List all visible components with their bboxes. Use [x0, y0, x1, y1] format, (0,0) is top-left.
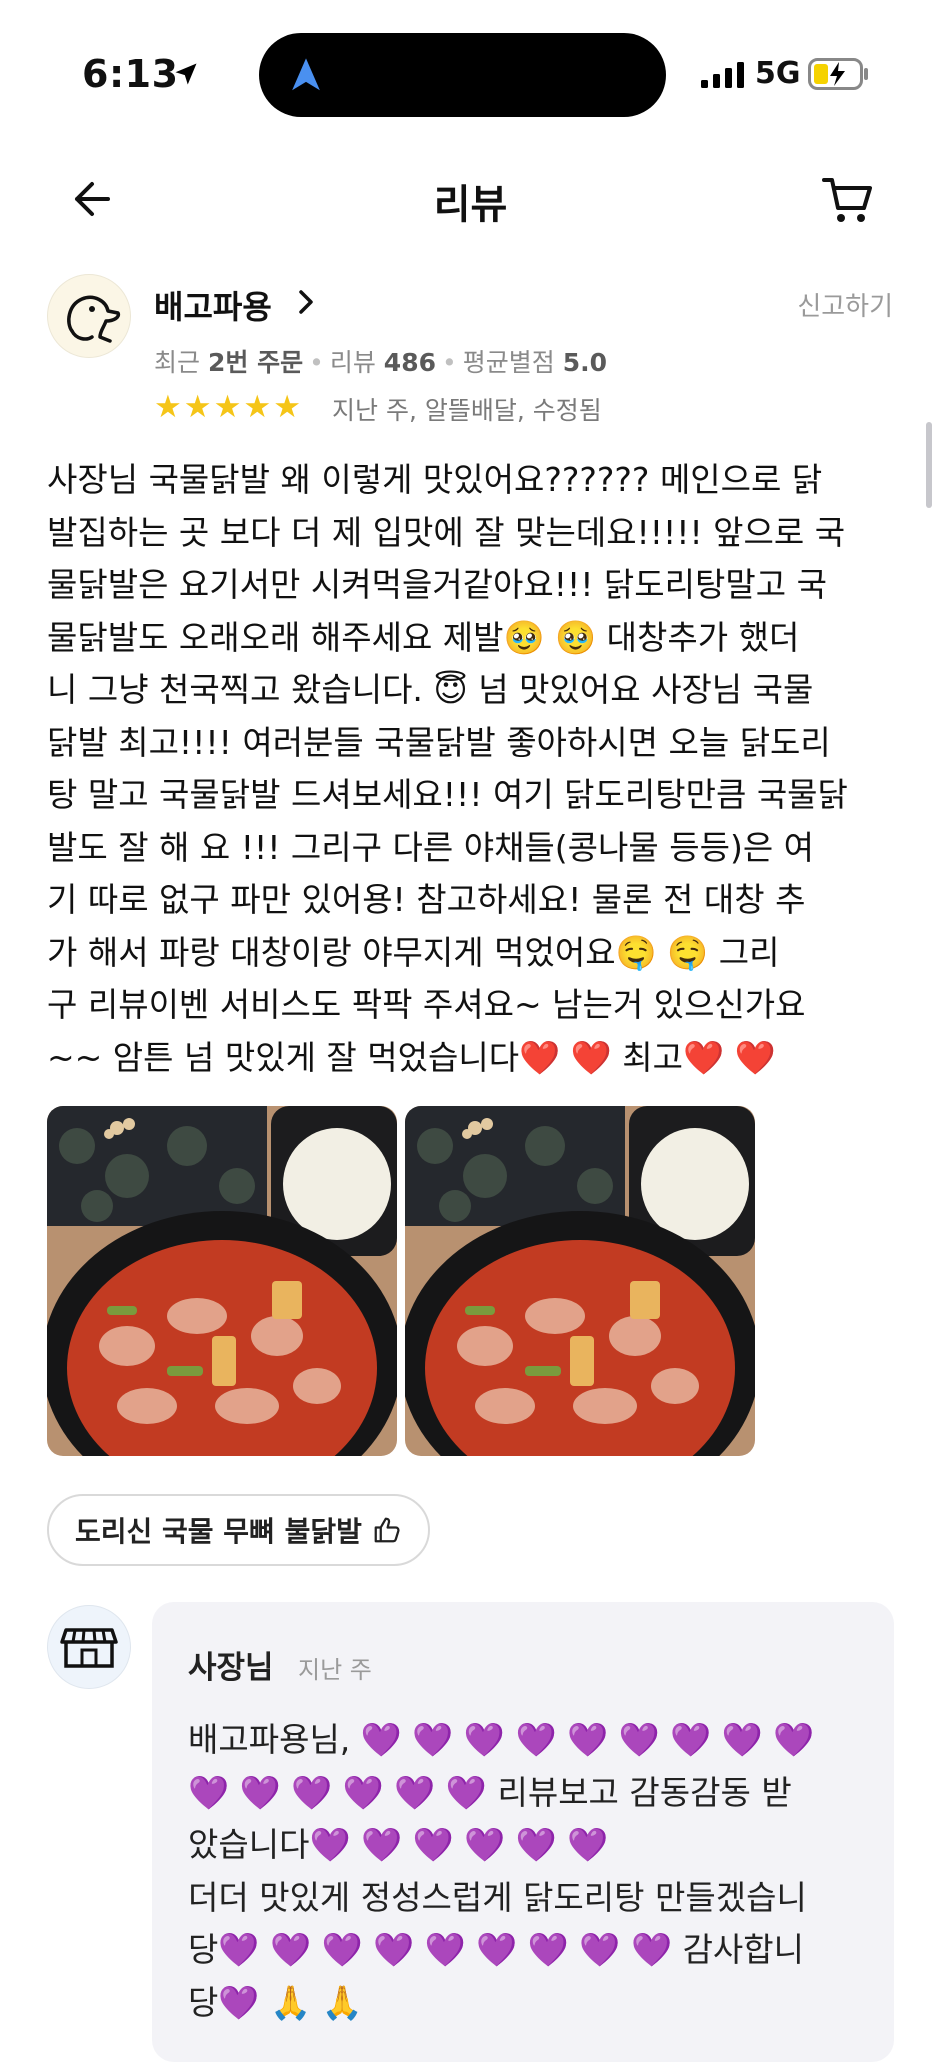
network-label: 5G — [755, 56, 801, 91]
review-label: 리뷰 — [329, 348, 376, 377]
star-icon: ★ — [154, 389, 182, 425]
owner-reply: 사장님 지난 주 배고파용님, 💜 💜 💜 💜 💜 💜 💜 💜 💜 💜 💜 💜 … — [152, 1602, 894, 2062]
chevron-right-icon[interactable] — [296, 288, 316, 316]
top-nav: 리뷰 — [0, 150, 941, 250]
review-count: 486 — [383, 348, 436, 377]
dynamic-island — [259, 33, 666, 117]
scrollbar[interactable] — [926, 422, 932, 508]
review-photo[interactable] — [47, 1106, 397, 1456]
status-bar: 6:13 5G — [0, 0, 941, 150]
avg-rating: 5.0 — [562, 348, 607, 377]
duck-avatar-icon — [67, 295, 121, 343]
reviewer-name[interactable]: 배고파용 — [154, 282, 272, 328]
owner-avatar — [47, 1605, 131, 1689]
reviewer-meta: 최근 2번 주문 • 리뷰 486 • 평균별점 5.0 — [154, 348, 607, 377]
thumbs-up-icon — [374, 1517, 400, 1543]
location-arrow-icon — [175, 63, 197, 85]
rating-meta: 지난 주, 알뜰배달, 수정됨 — [332, 396, 602, 425]
recent-label: 최근 — [154, 348, 201, 377]
avatar[interactable] — [47, 274, 131, 358]
battery-icon — [808, 58, 868, 90]
star-rating: ★ ★ ★ ★ ★ — [154, 390, 301, 424]
avg-label: 평균별점 — [462, 348, 555, 377]
star-icon: ★ — [213, 389, 242, 425]
owner-reply-text: 배고파용님, 💜 💜 💜 💜 💜 💜 💜 💜 💜 💜 💜 💜 💜 💜 💜 리뷰보… — [188, 1720, 815, 2022]
review-text: 사장님 국물닭발 왜 이렇게 맛있어요?????? 메인으로 닭 발집하는 곳 … — [47, 460, 848, 1077]
menu-tag-label: 도리신 국물 무뼈 불닭발 — [75, 1515, 362, 1548]
report-button[interactable]: 신고하기 — [797, 286, 893, 323]
menu-tag[interactable]: 도리신 국물 무뼈 불닭발 — [47, 1494, 430, 1566]
star-icon: ★ — [183, 389, 212, 425]
page-title: 리뷰 — [433, 182, 508, 228]
star-icon: ★ — [273, 389, 301, 425]
store-icon — [60, 1628, 118, 1668]
review-photo[interactable] — [405, 1106, 755, 1456]
star-icon: ★ — [243, 389, 272, 425]
signal-icon — [701, 62, 744, 88]
cart-icon[interactable] — [820, 172, 876, 228]
owner-reply-time: 지난 주 — [298, 1656, 372, 1684]
owner-name: 사장님 — [188, 1650, 274, 1686]
status-time: 6:13 — [82, 52, 179, 96]
app-icon — [292, 58, 320, 91]
recent-orders: 2번 주문 — [207, 348, 304, 377]
